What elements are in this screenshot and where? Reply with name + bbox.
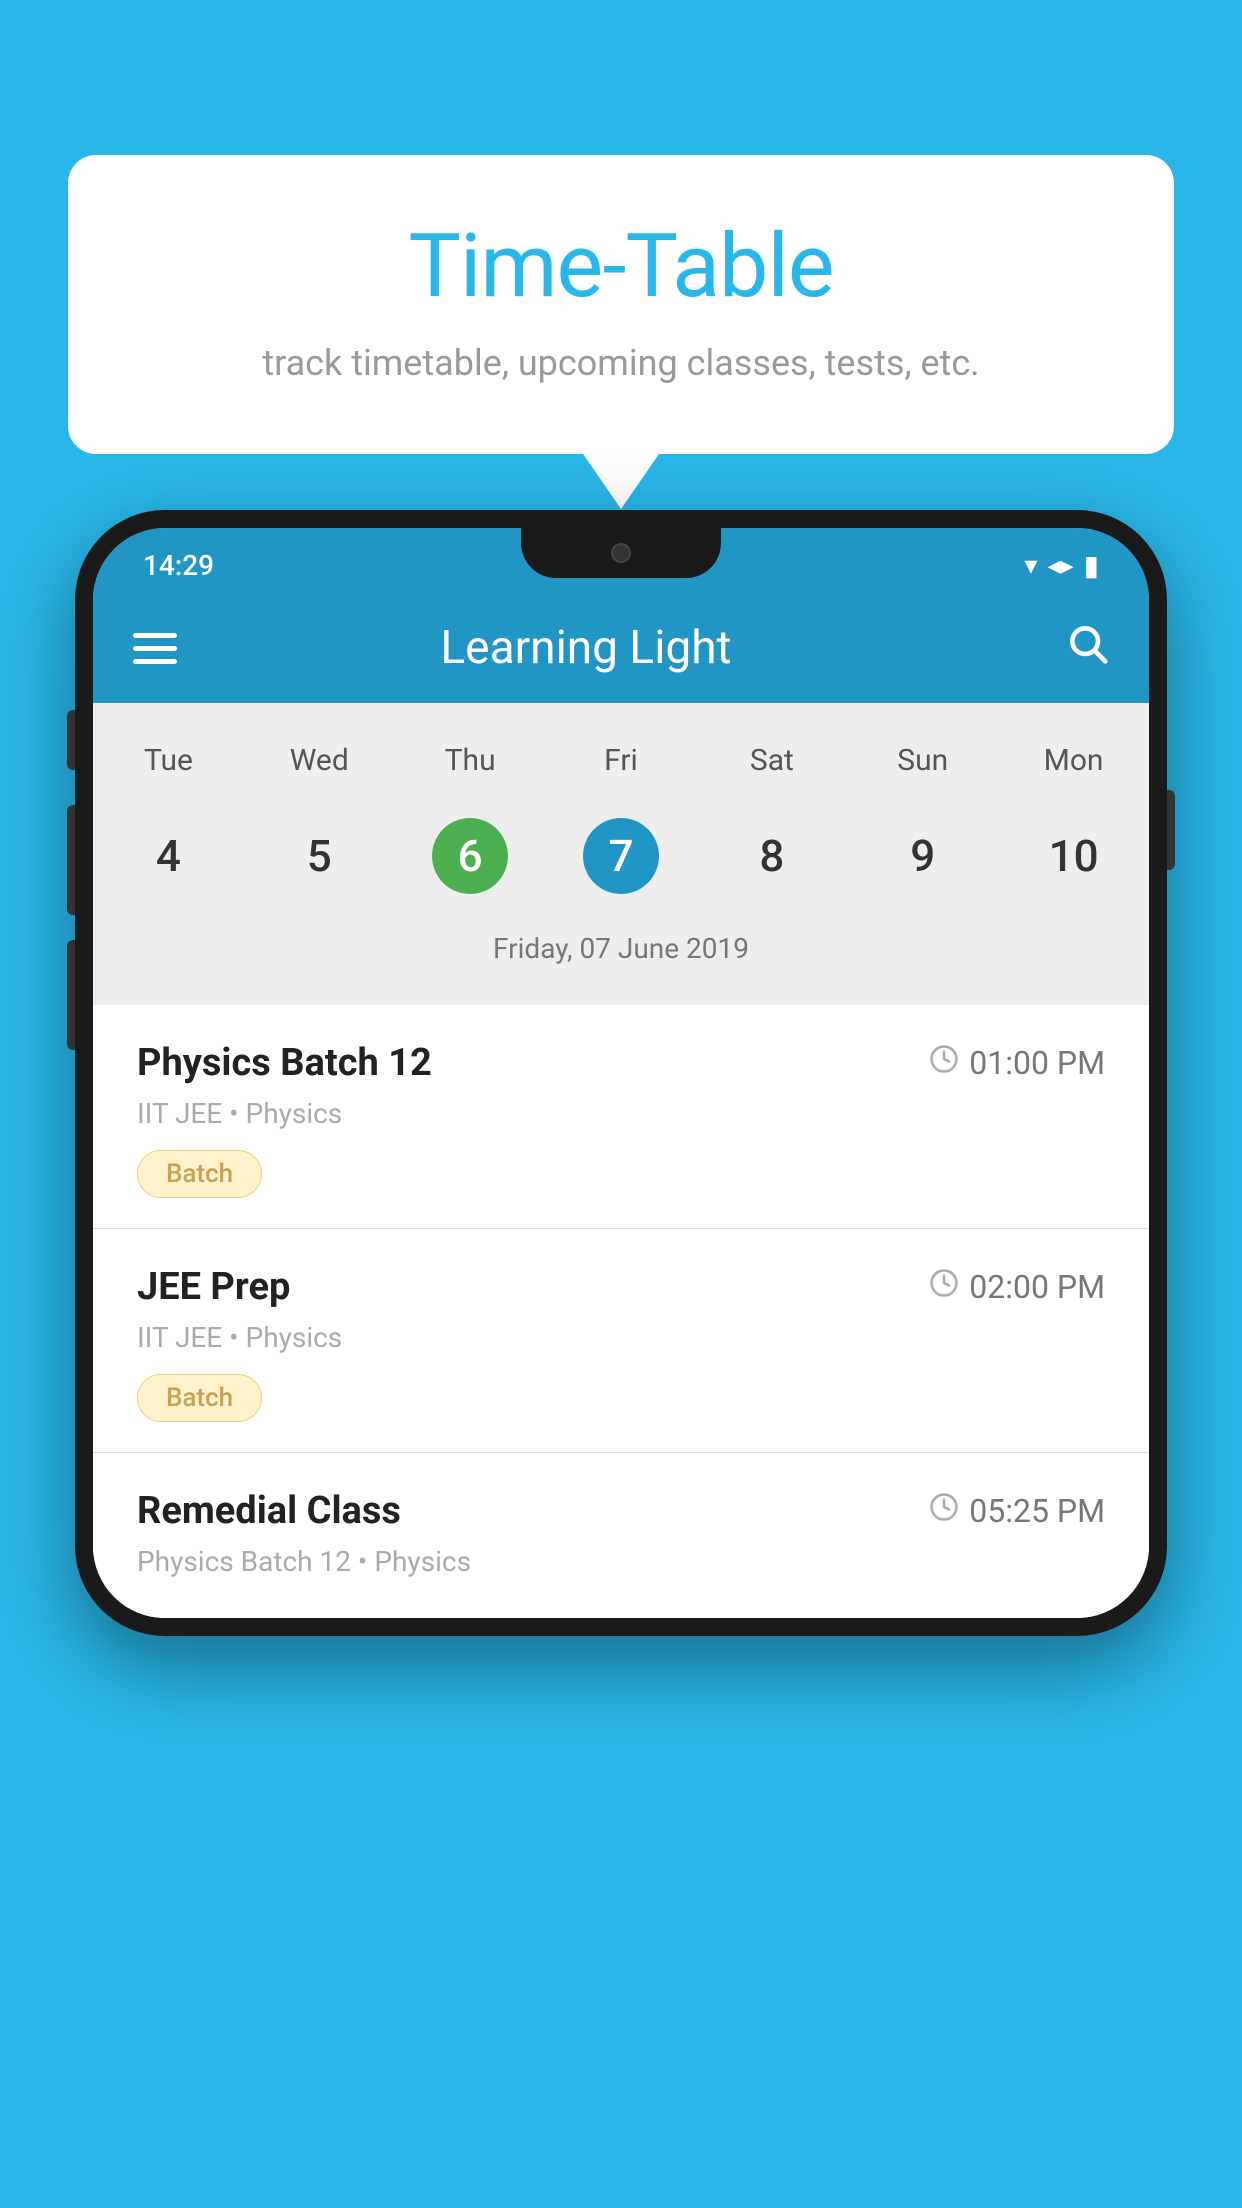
schedule-item-1-subtitle: IIT JEE • Physics [137, 1097, 1105, 1130]
volume-up-button [67, 805, 75, 915]
schedule-item-3[interactable]: Remedial Class 05:25 PM Physics Batch [93, 1453, 1149, 1618]
app-title: Learning Light [207, 621, 965, 675]
day-name-mon: Mon [998, 733, 1149, 788]
schedule-list: Physics Batch 12 01:00 PM IIT JEE • P [93, 1005, 1149, 1618]
schedule-item-3-title: Remedial Class [137, 1489, 401, 1533]
day-numbers-row: 4 5 6 7 8 9 10 [93, 798, 1149, 924]
schedule-item-2-title: JEE Prep [137, 1265, 290, 1309]
status-time: 14:29 [143, 549, 214, 582]
camera [611, 543, 631, 563]
day-names-row: Tue Wed Thu Fri Sat Sun Mon [93, 723, 1149, 798]
schedule-item-1-time-text: 01:00 PM [969, 1044, 1105, 1082]
selected-date-label: Friday, 07 June 2019 [93, 924, 1149, 985]
day-name-sat: Sat [696, 733, 847, 788]
day-7[interactable]: 7 [546, 808, 697, 904]
search-button[interactable] [1065, 620, 1109, 677]
schedule-item-1-title: Physics Batch 12 [137, 1041, 432, 1085]
speech-bubble-container: Time-Table track timetable, upcoming cla… [68, 155, 1174, 454]
schedule-item-3-subtitle: Physics Batch 12 • Physics [137, 1545, 1105, 1578]
day-8[interactable]: 8 [696, 808, 847, 904]
schedule-item-2-header: JEE Prep 02:00 PM [137, 1265, 1105, 1309]
schedule-item-1-header: Physics Batch 12 01:00 PM [137, 1041, 1105, 1085]
speech-bubble: Time-Table track timetable, upcoming cla… [68, 155, 1174, 454]
schedule-item-3-time: 05:25 PM [929, 1492, 1105, 1530]
app-bar: Learning Light [93, 593, 1149, 703]
schedule-item-2-subtitle: IIT JEE • Physics [137, 1321, 1105, 1354]
schedule-item-1[interactable]: Physics Batch 12 01:00 PM IIT JEE • P [93, 1005, 1149, 1229]
day-name-tue: Tue [93, 733, 244, 788]
day-name-sun: Sun [847, 733, 998, 788]
status-icons: ▾ ◂▸ ▮ [1024, 549, 1099, 582]
day-circle-selected[interactable]: 7 [583, 818, 659, 894]
day-4[interactable]: 4 [93, 808, 244, 904]
battery-icon: ▮ [1084, 549, 1099, 582]
bubble-subtitle: track timetable, upcoming classes, tests… [148, 342, 1094, 384]
phone-container: 14:29 ▾ ◂▸ ▮ Learning Light [75, 510, 1167, 2208]
schedule-item-2-time-text: 02:00 PM [969, 1268, 1105, 1306]
phone-notch [521, 528, 721, 578]
clock-icon-1 [929, 1044, 959, 1082]
volume-down-button [67, 940, 75, 1050]
schedule-item-2[interactable]: JEE Prep 02:00 PM IIT JEE • Physics [93, 1229, 1149, 1453]
phone-screen: 14:29 ▾ ◂▸ ▮ Learning Light [93, 528, 1149, 1618]
wifi-icon: ▾ [1024, 551, 1037, 581]
day-name-wed: Wed [244, 733, 395, 788]
signal-icon: ◂▸ [1047, 551, 1073, 581]
schedule-item-3-header: Remedial Class 05:25 PM [137, 1489, 1105, 1533]
schedule-item-1-time: 01:00 PM [929, 1044, 1105, 1082]
day-6[interactable]: 6 [395, 808, 546, 904]
batch-tag-1: Batch [137, 1150, 262, 1198]
menu-button[interactable] [133, 633, 177, 664]
clock-icon-2 [929, 1268, 959, 1306]
calendar-section: Tue Wed Thu Fri Sat Sun Mon 4 5 6 7 [93, 703, 1149, 1005]
bubble-title: Time-Table [148, 215, 1094, 318]
day-name-thu: Thu [395, 733, 546, 788]
day-9[interactable]: 9 [847, 808, 998, 904]
day-5[interactable]: 5 [244, 808, 395, 904]
power-button [1167, 790, 1175, 870]
schedule-item-3-time-text: 05:25 PM [969, 1492, 1105, 1530]
day-10[interactable]: 10 [998, 808, 1149, 904]
day-circle-today[interactable]: 6 [432, 818, 508, 894]
batch-tag-2: Batch [137, 1374, 262, 1422]
mute-button [67, 710, 75, 770]
phone-frame: 14:29 ▾ ◂▸ ▮ Learning Light [75, 510, 1167, 1636]
clock-icon-3 [929, 1492, 959, 1530]
day-name-fri: Fri [546, 733, 697, 788]
schedule-item-2-time: 02:00 PM [929, 1268, 1105, 1306]
